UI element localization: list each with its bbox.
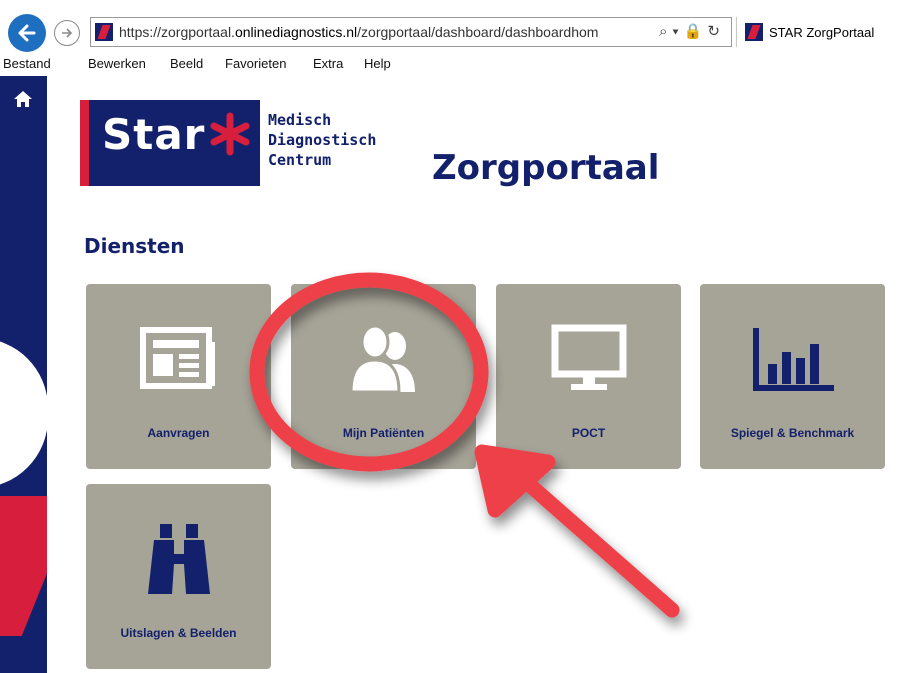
tile-uitslagen-beelden[interactable]: Uitslagen & Beelden — [86, 484, 271, 669]
newspaper-icon — [139, 327, 215, 389]
tab-title: STAR ZorgPortaal — [769, 25, 875, 40]
lock-icon[interactable]: 🔒 — [684, 23, 708, 40]
dropdown-arrow-icon[interactable]: ▾ — [672, 23, 683, 40]
home-icon[interactable] — [13, 90, 33, 108]
menu-bar: Bestand Bewerken Beeld Favorieten Extra … — [0, 54, 902, 74]
forward-button[interactable] — [54, 20, 80, 46]
binoculars-icon — [147, 524, 210, 594]
tile-aanvragen[interactable]: Aanvragen — [86, 284, 271, 469]
refresh-icon[interactable]: ↻ — [707, 23, 725, 40]
sidebar — [0, 76, 47, 673]
logo-star-icon — [210, 112, 250, 156]
page-title: Zorgportaal — [432, 148, 660, 188]
back-button[interactable] — [8, 14, 46, 52]
highlight-arrow — [474, 444, 680, 618]
menu-item-beeld[interactable]: Beeld — [170, 56, 203, 71]
tile-label: Mijn Patiënten — [342, 426, 425, 440]
search-icon[interactable]: ⌕ — [659, 23, 672, 40]
tile-label: Spiegel & Benchmark — [730, 426, 855, 440]
arrow-left-icon — [18, 24, 36, 42]
menu-item-bewerken[interactable]: Bewerken — [88, 56, 146, 71]
address-bar[interactable]: https://zorgportaal.onlinediagnostics.nl… — [90, 17, 732, 47]
address-bar-actions: ⌕▾🔒↻ — [659, 22, 725, 40]
tile-mijn-patienten[interactable]: Mijn Patiënten — [291, 284, 476, 469]
tile-label: POCT — [571, 426, 606, 440]
arrow-right-icon — [62, 28, 73, 38]
tile-spiegel-benchmark[interactable]: Spiegel & Benchmark — [700, 284, 885, 469]
tile-label: Aanvragen — [147, 426, 210, 440]
sidebar-decoration-white — [0, 338, 47, 488]
star-logo: Star — [80, 100, 260, 186]
tile-poct[interactable]: POCT — [496, 284, 681, 469]
browser-tab[interactable]: STAR ZorgPortaal — [736, 17, 902, 47]
url-domain: onlinediagnostics.nl — [234, 24, 358, 40]
section-title: Diensten — [84, 234, 185, 258]
sidebar-decoration-red — [0, 496, 47, 636]
browser-chrome: https://zorgportaal.onlinediagnostics.nl… — [0, 0, 902, 52]
tab-favicon-icon — [745, 23, 763, 41]
users-icon — [348, 324, 415, 394]
logo-subtitle: Medisch Diagnostisch Centrum — [268, 111, 377, 169]
menu-item-help[interactable]: Help — [364, 56, 391, 71]
bar-chart-icon — [752, 328, 834, 391]
logo-wordmark: Star — [102, 110, 206, 159]
menu-item-favorieten[interactable]: Favorieten — [225, 56, 286, 71]
url-text: https://zorgportaal.onlinediagnostics.nl… — [119, 24, 599, 40]
monitor-icon — [551, 324, 626, 390]
tile-label: Uitslagen & Beelden — [120, 626, 237, 640]
menu-item-bestand[interactable]: Bestand — [3, 56, 51, 71]
site-favicon-icon — [95, 23, 113, 41]
menu-item-extra[interactable]: Extra — [313, 56, 343, 71]
